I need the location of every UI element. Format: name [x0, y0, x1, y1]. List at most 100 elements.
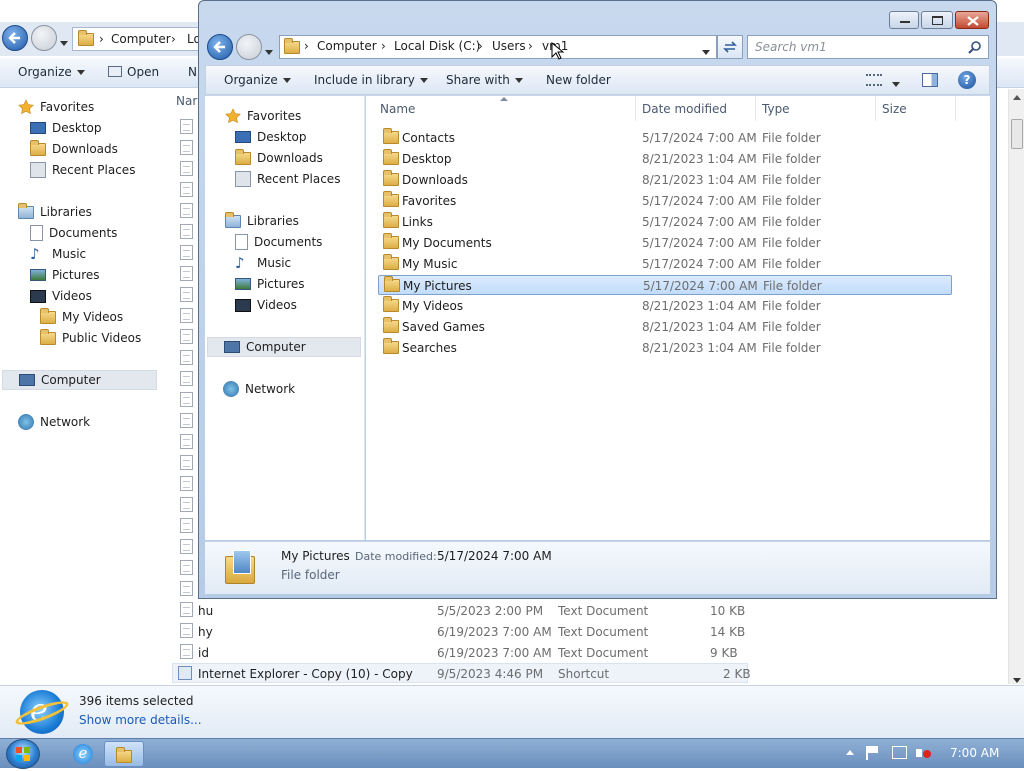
- nav-videos[interactable]: Videos: [30, 286, 92, 306]
- text-document-icon: [180, 287, 193, 302]
- view-options-icon[interactable]: [866, 74, 882, 86]
- column-header-type[interactable]: Type: [756, 96, 876, 121]
- folder-row[interactable]: Desktop 8/21/2023 1:04 AM File folder: [378, 149, 952, 169]
- preview-pane-icon[interactable]: [922, 73, 938, 87]
- nav-libraries[interactable]: Libraries: [18, 202, 92, 222]
- folder-row[interactable]: Searches 8/21/2023 1:04 AM File folder: [378, 338, 952, 358]
- dialog-organize-menu[interactable]: Organize: [224, 73, 291, 87]
- open-button[interactable]: Open: [108, 65, 159, 79]
- pictures-icon: [30, 269, 46, 281]
- dialog-forward-button[interactable]: [236, 34, 262, 60]
- refresh-button[interactable]: [717, 35, 743, 59]
- nav-desktop[interactable]: Desktop: [30, 118, 102, 138]
- include-in-library-menu[interactable]: Include in library: [314, 73, 428, 87]
- explorer-folder-icon: [116, 747, 132, 763]
- column-header-date-modified[interactable]: Date modified: [636, 96, 756, 121]
- start-button[interactable]: [6, 739, 40, 769]
- scroll-thumb[interactable]: [1011, 119, 1023, 149]
- nav-public-videos[interactable]: Public Videos: [40, 328, 141, 348]
- action-center-flag-icon[interactable]: [866, 746, 880, 760]
- background-address-box[interactable]: › Computer › Lo: [72, 27, 202, 51]
- nav-music[interactable]: ♪ Music: [30, 244, 86, 264]
- breadcrumb-local-disk[interactable]: Local Disk (C:): [394, 39, 480, 53]
- network-status-icon[interactable]: [892, 746, 907, 759]
- breadcrumb-computer[interactable]: Computer: [111, 32, 171, 46]
- maximize-button[interactable]: [921, 11, 953, 29]
- nav-downloads[interactable]: Downloads: [235, 148, 323, 168]
- scroll-up-arrow[interactable]: [1013, 95, 1021, 100]
- close-button[interactable]: [955, 11, 989, 29]
- search-icon[interactable]: [968, 40, 982, 54]
- folder-icon: [284, 38, 300, 54]
- show-more-details-link[interactable]: Show more details...: [79, 713, 202, 727]
- folder-date: 8/21/2023 1:04 AM: [642, 152, 757, 166]
- column-header-size[interactable]: Size: [876, 96, 956, 121]
- table-row[interactable]: Internet Explorer - Copy (10) - Copy 9/5…: [172, 663, 751, 683]
- nav-my-videos[interactable]: My Videos: [40, 307, 123, 327]
- documents-icon: [235, 234, 248, 250]
- nav-libraries[interactable]: Libraries: [225, 211, 299, 231]
- folder-type: File folder: [762, 194, 821, 208]
- more-toolbar-item[interactable]: N: [188, 65, 197, 79]
- new-folder-button[interactable]: New folder: [546, 73, 611, 87]
- help-icon[interactable]: ?: [958, 71, 976, 89]
- volume-muted-icon[interactable]: [916, 746, 932, 760]
- back-button[interactable]: [2, 25, 28, 51]
- minimize-button[interactable]: [889, 11, 919, 29]
- nav-pictures[interactable]: Pictures: [30, 265, 100, 285]
- nav-music[interactable]: ♪ Music: [235, 253, 291, 273]
- videos-icon: [235, 298, 251, 312]
- table-row[interactable]: id 6/19/2023 7:00 AM Text Document 9 KB: [172, 643, 752, 663]
- background-details-pane: e 396 items selected Show more details..…: [0, 685, 1024, 740]
- nav-pictures[interactable]: Pictures: [235, 274, 305, 294]
- folder-row[interactable]: Downloads 8/21/2023 1:04 AM File folder: [378, 170, 952, 190]
- nav-recent-places[interactable]: Recent Places: [235, 169, 340, 189]
- internet-explorer-icon: e: [13, 690, 71, 734]
- dialog-recent-pages-dropdown[interactable]: [265, 45, 273, 59]
- folder-row[interactable]: My Pictures 5/17/2024 7:00 AM File folder: [378, 275, 952, 295]
- table-row[interactable]: hy 6/19/2023 7:00 AM Text Document 14 KB: [172, 622, 752, 642]
- dialog-search-box[interactable]: Search vm1: [747, 35, 989, 59]
- show-hidden-icons-button[interactable]: [846, 750, 854, 755]
- clock[interactable]: 7:00 AM: [950, 746, 999, 760]
- view-options-dropdown[interactable]: [892, 77, 900, 91]
- folder-row[interactable]: Contacts 5/17/2024 7:00 AM File folder: [378, 128, 952, 148]
- folder-date: 5/17/2024 7:00 AM: [642, 236, 757, 250]
- nav-downloads[interactable]: Downloads: [30, 139, 118, 159]
- breadcrumb-computer[interactable]: Computer: [317, 39, 377, 53]
- folder-row[interactable]: Links 5/17/2024 7:00 AM File folder: [378, 212, 952, 232]
- folder-row[interactable]: My Videos 8/21/2023 1:04 AM File folder: [378, 296, 952, 316]
- taskbar-internet-explorer[interactable]: e: [62, 741, 102, 767]
- name-column-header[interactable]: Nar: [176, 94, 197, 108]
- folder-row[interactable]: My Documents 5/17/2024 7:00 AM File folder: [378, 233, 952, 253]
- nav-computer[interactable]: Computer: [207, 337, 361, 357]
- table-row[interactable]: hu 5/5/2023 2:00 PM Text Document 10 KB: [172, 601, 752, 621]
- folder-row[interactable]: Saved Games 8/21/2023 1:04 AM File folder: [378, 317, 952, 337]
- nav-videos[interactable]: Videos: [235, 295, 297, 315]
- nav-desktop[interactable]: Desktop: [235, 127, 307, 147]
- folder-row[interactable]: My Music 5/17/2024 7:00 AM File folder: [378, 254, 952, 274]
- nav-favorites[interactable]: Favorites: [18, 97, 94, 117]
- nav-network[interactable]: Network: [18, 412, 90, 432]
- folder-icon: [40, 329, 56, 346]
- dialog-address-bar[interactable]: › Computer › Local Disk (C:) › Users › v…: [279, 35, 717, 60]
- recent-pages-dropdown[interactable]: [60, 36, 68, 50]
- text-document-icon: [180, 224, 193, 239]
- nav-network[interactable]: Network: [223, 379, 295, 399]
- nav-recent-places[interactable]: Recent Places: [30, 160, 135, 180]
- share-with-menu[interactable]: Share with: [446, 73, 523, 87]
- nav-favorites[interactable]: Favorites: [225, 106, 301, 126]
- folder-date: 5/17/2024 7:00 AM: [643, 279, 758, 293]
- nav-documents[interactable]: Documents: [235, 232, 322, 252]
- forward-button[interactable]: [31, 25, 57, 51]
- taskbar-windows-explorer[interactable]: [104, 741, 144, 767]
- dialog-back-button[interactable]: [207, 34, 233, 60]
- folder-row[interactable]: Favorites 5/17/2024 7:00 AM File folder: [378, 191, 952, 211]
- nav-documents[interactable]: Documents: [30, 223, 117, 243]
- organize-menu[interactable]: Organize: [18, 65, 85, 79]
- breadcrumb-users[interactable]: Users: [492, 39, 526, 53]
- vertical-scrollbar[interactable]: [1008, 89, 1024, 684]
- folder-name: Favorites: [402, 194, 457, 208]
- address-history-dropdown[interactable]: [702, 45, 710, 59]
- nav-computer[interactable]: Computer: [2, 370, 157, 390]
